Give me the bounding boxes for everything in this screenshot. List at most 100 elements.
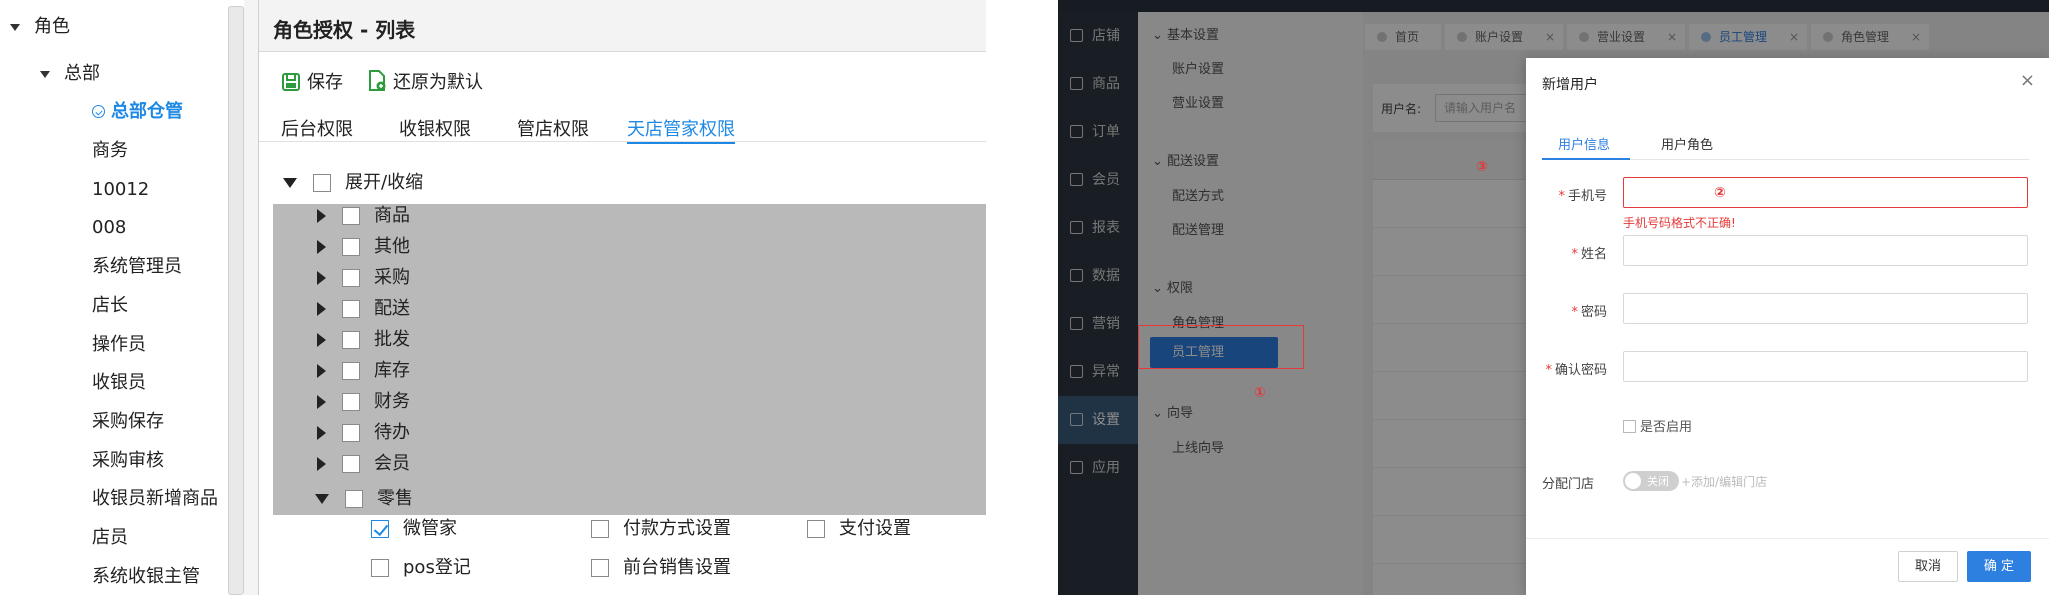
perm-group-checkbox[interactable]: [342, 207, 360, 225]
expand-all-checkbox[interactable]: [313, 174, 331, 192]
tree-root[interactable]: 角色: [10, 12, 70, 42]
store-switch[interactable]: 关闭: [1623, 471, 1679, 491]
perm-leaf-pos-register[interactable]: pos登记: [371, 551, 471, 585]
caret-right-icon[interactable]: [317, 333, 326, 347]
permission-tabs: 后台权限 收银权限 管店权限 天店管家权限: [259, 112, 986, 144]
tree-group[interactable]: 总部: [40, 59, 100, 89]
perm-group[interactable]: 配送: [317, 293, 410, 324]
tree-item[interactable]: 店长: [92, 291, 128, 321]
perm-group-checkbox[interactable]: [342, 424, 360, 442]
tab-user-info[interactable]: 用户信息: [1558, 134, 1610, 153]
tab-user-role[interactable]: 用户角色: [1661, 134, 1713, 153]
caret-right-icon[interactable]: [317, 457, 326, 471]
perm-leaf-checkbox[interactable]: [591, 559, 609, 577]
perm-leaf-weiguanjia[interactable]: 微管家: [371, 512, 457, 546]
perm-group-checkbox[interactable]: [342, 455, 360, 473]
reset-default-button[interactable]: 还原为默认: [367, 68, 483, 94]
tab-cashier[interactable]: 收银权限: [399, 115, 471, 141]
confirm-button[interactable]: 确 定: [1967, 551, 2031, 582]
save-button[interactable]: 保存: [281, 68, 343, 94]
tree-item[interactable]: 店员: [92, 523, 128, 553]
perm-group[interactable]: 财务: [317, 386, 410, 417]
enable-checkbox[interactable]: [1623, 420, 1636, 433]
perm-leaf-payment-settings[interactable]: 支付设置: [807, 512, 911, 546]
close-icon[interactable]: ×: [2020, 70, 2035, 91]
perm-group-checkbox[interactable]: [342, 362, 360, 380]
caret-down-icon[interactable]: [283, 178, 297, 188]
caret-right-icon[interactable]: [317, 364, 326, 378]
tree-scrollbar[interactable]: [228, 6, 244, 595]
phone-label: * 手机号: [1558, 189, 1607, 204]
check-circle-icon: [92, 105, 105, 118]
tab-backend[interactable]: 后台权限: [281, 115, 353, 141]
dialog-title: 新增用户: [1542, 77, 1598, 93]
perm-group[interactable]: 库存: [317, 355, 410, 386]
perm-group-checkbox[interactable]: [342, 269, 360, 287]
confirm-password-label: * 确认密码: [1545, 363, 1607, 378]
tree-item[interactable]: 收银员: [92, 368, 146, 398]
perm-group[interactable]: 会员: [317, 448, 410, 479]
tree-item[interactable]: 商务: [92, 136, 128, 166]
active-tab-indicator: [1542, 158, 1630, 160]
perm-leaf-checkbox[interactable]: [807, 520, 825, 538]
perm-group[interactable]: 其他: [317, 231, 410, 262]
screenshot-root: 角色 总部 总部仓管 商务 10012 008 系统管理员 店长 操作员 收银员 采购保存 采购…: [0, 0, 2049, 595]
step-marker-2: ②: [1714, 185, 1726, 201]
name-label: * 姓名: [1571, 247, 1607, 262]
password-label: * 密码: [1571, 305, 1607, 320]
perm-leaf-checkbox[interactable]: [371, 559, 389, 577]
caret-down-icon[interactable]: [10, 23, 20, 31]
perm-group[interactable]: 商品: [317, 200, 410, 231]
tree-item[interactable]: 10012: [92, 175, 149, 205]
cancel-button[interactable]: 取消: [1898, 551, 1958, 582]
perm-leaf-checkbox[interactable]: [591, 520, 609, 538]
employee-management-window: 店铺 商品 订单 会员 报表 数据 营销 异常 设置 应用 ⌄ 基本设置 账户设置 营业设置 ⌄ …: [1058, 0, 2049, 595]
perm-leaf-payment-method[interactable]: 付款方式设置: [591, 512, 731, 546]
toolbar: 保存 还原为默认: [259, 60, 986, 100]
phone-error-message: 手机号码格式不正确!: [1623, 216, 1736, 230]
expand-collapse-row[interactable]: 展开/收缩: [283, 166, 423, 200]
perm-group-checkbox[interactable]: [345, 490, 363, 508]
perm-group[interactable]: 待办: [317, 417, 410, 448]
tree-item[interactable]: 操作员: [92, 330, 146, 360]
perm-group[interactable]: 批发: [317, 324, 410, 355]
caret-right-icon[interactable]: [317, 395, 326, 409]
role-authorization-window: 角色 总部 总部仓管 商务 10012 008 系统管理员 店长 操作员 收银员 采购保存 采购…: [0, 0, 986, 595]
enable-row[interactable]: 是否启用: [1623, 416, 1692, 435]
name-input[interactable]: [1623, 235, 2028, 266]
perm-group[interactable]: 采购: [317, 262, 410, 293]
perm-group-retail[interactable]: 零售: [315, 483, 413, 514]
save-icon: [282, 73, 300, 91]
tree-item[interactable]: 系统管理员: [92, 252, 182, 282]
caret-right-icon[interactable]: [317, 240, 326, 254]
perm-leaf-front-sales[interactable]: 前台销售设置: [591, 551, 731, 585]
edit-store-link[interactable]: +添加/编辑门店: [1681, 473, 1767, 490]
perm-group-checkbox[interactable]: [342, 300, 360, 318]
password-input[interactable]: [1623, 293, 2028, 324]
caret-right-icon[interactable]: [317, 209, 326, 223]
tree-scrollbar-track[interactable]: [244, 0, 258, 595]
page-title: 角色授权 - 列表: [273, 18, 416, 42]
role-tree: 角色 总部 总部仓管 商务 10012 008 系统管理员店长操作员收银员采购保存采购…: [0, 0, 228, 595]
perm-group-checkbox[interactable]: [342, 393, 360, 411]
step-marker-1: ①: [1254, 385, 1266, 401]
caret-right-icon[interactable]: [317, 426, 326, 440]
permission-panel: 角色授权 - 列表 保存 还原为默认 后台权限 收银权限 管店权限 天店管家权限…: [258, 0, 986, 595]
tree-item[interactable]: 采购保存: [92, 407, 164, 437]
phone-input[interactable]: [1623, 177, 2028, 208]
tab-store[interactable]: 管店权限: [517, 115, 589, 141]
caret-down-icon[interactable]: [40, 70, 50, 78]
caret-right-icon[interactable]: [317, 302, 326, 316]
caret-right-icon[interactable]: [317, 271, 326, 285]
tree-item[interactable]: 008: [92, 213, 126, 243]
tree-item[interactable]: 系统收银主管: [92, 562, 200, 592]
perm-leaf-checkbox-checked[interactable]: [371, 520, 389, 538]
perm-group-checkbox[interactable]: [342, 331, 360, 349]
tree-item[interactable]: 收银员新增商品: [92, 484, 218, 514]
tree-item-selected[interactable]: 总部仓管: [92, 97, 183, 127]
perm-group-checkbox[interactable]: [342, 238, 360, 256]
tab-manager[interactable]: 天店管家权限: [627, 115, 735, 144]
caret-down-icon[interactable]: [315, 494, 329, 504]
confirm-password-input[interactable]: [1623, 351, 2028, 382]
tree-item[interactable]: 采购审核: [92, 446, 164, 476]
